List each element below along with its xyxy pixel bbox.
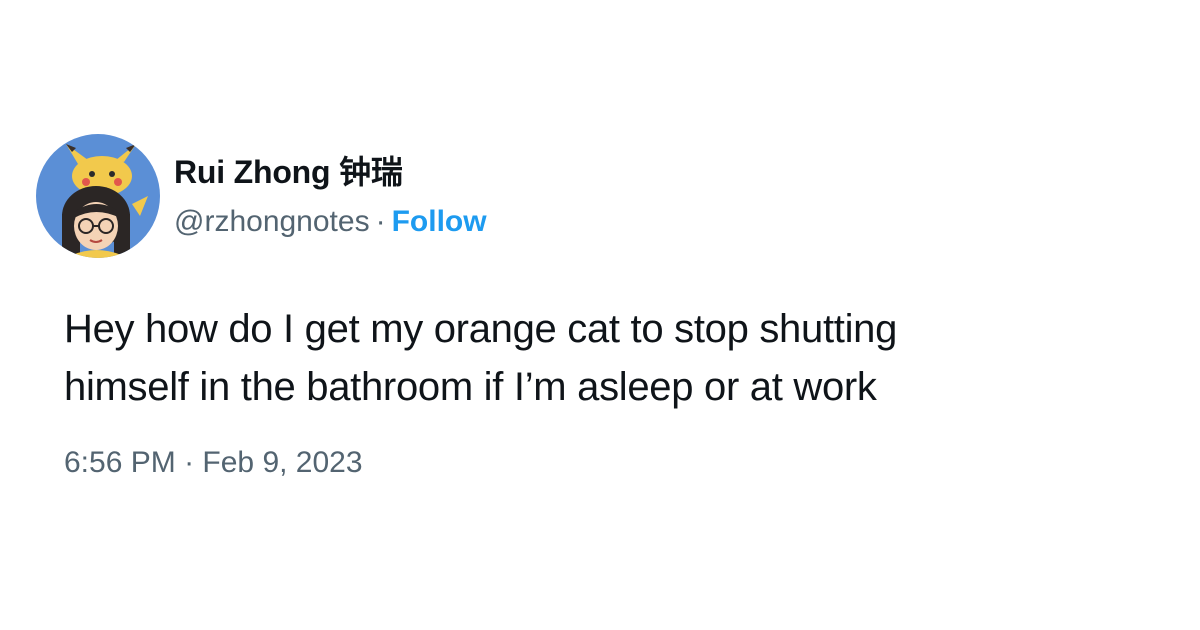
avatar-illustration-icon [36, 134, 160, 258]
tweet-timestamp[interactable]: 6:56 PM · Feb 9, 2023 [64, 442, 363, 484]
user-info: Rui Zhong 钟瑞 @rzhongnotes · Follow [174, 150, 487, 242]
handle-row: @rzhongnotes · Follow [174, 202, 487, 242]
avatar[interactable] [36, 134, 160, 258]
timestamp-separator: · [184, 446, 195, 479]
handle-separator: · [375, 205, 386, 238]
tweet-card: Rui Zhong 钟瑞 @rzhongnotes · Follow Hey how… [0, 0, 1200, 630]
display-name[interactable]: Rui Zhong 钟瑞 [174, 150, 487, 194]
tweet-time[interactable]: 6:56 PM [64, 446, 176, 479]
user-handle[interactable]: @rzhongnotes [174, 205, 370, 238]
tweet-text: Hey how do I get my orange cat to stop s… [64, 307, 898, 409]
tweet-date[interactable]: Feb 9, 2023 [202, 446, 362, 479]
follow-button[interactable]: Follow [392, 205, 487, 238]
